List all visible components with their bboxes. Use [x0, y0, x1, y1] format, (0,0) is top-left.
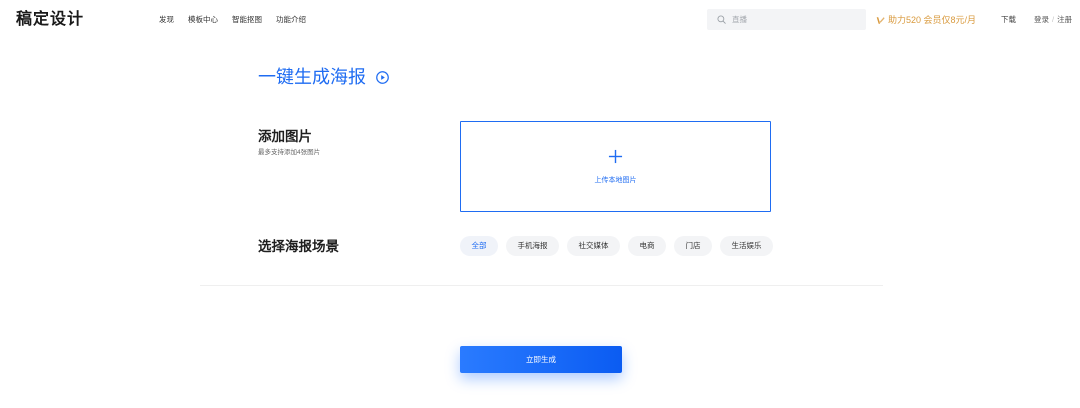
nav-item-smart-cutout[interactable]: 智能抠图 — [232, 15, 262, 25]
scene-chip-all[interactable]: 全部 — [460, 236, 498, 256]
page-title: 一键生成海报 — [258, 66, 389, 88]
scene-chip-ecommerce[interactable]: 电商 — [628, 236, 666, 256]
scene-chip-social-media[interactable]: 社交媒体 — [567, 236, 620, 256]
download-link[interactable]: 下载 — [1001, 15, 1016, 25]
auth-separator: / — [1052, 15, 1055, 24]
scene-chip-store[interactable]: 门店 — [674, 236, 712, 256]
page-title-text: 一键生成海报 — [258, 67, 366, 87]
nav-item-features[interactable]: 功能介绍 — [276, 15, 306, 25]
plus-icon — [608, 149, 622, 164]
scene-chip-mobile-poster[interactable]: 手机海报 — [506, 236, 559, 256]
vip-promo-link[interactable]: 助力520 会员仅8元/月 — [876, 14, 976, 26]
upload-label: 上传本地图片 — [594, 177, 637, 184]
upload-dropzone[interactable]: 上传本地图片 — [460, 121, 771, 212]
search-box[interactable] — [707, 9, 866, 30]
register-link[interactable]: 注册 — [1057, 15, 1072, 25]
logo[interactable]: 稿定设计 — [16, 10, 84, 30]
search-input[interactable] — [732, 9, 857, 30]
nav-item-template-center[interactable]: 模板中心 — [188, 15, 218, 25]
play-circle-icon[interactable] — [376, 70, 389, 84]
add-images-hint: 最多支持添加4张图片 — [258, 149, 321, 156]
add-images-heading: 添加图片 — [258, 129, 312, 144]
auth-links: 登录 / 注册 — [1034, 15, 1072, 25]
vip-icon — [876, 16, 885, 24]
main-nav: 发现 模板中心 智能抠图 功能介绍 — [159, 15, 306, 25]
search-icon[interactable] — [717, 15, 726, 24]
vip-promo-text: 助力520 会员仅8元/月 — [888, 15, 977, 25]
scene-chip-lifestyle[interactable]: 生活娱乐 — [720, 236, 773, 256]
scene-options: 全部 手机海报 社交媒体 电商 门店 生活娱乐 — [460, 236, 773, 256]
nav-item-discover[interactable]: 发现 — [159, 15, 174, 25]
section-divider — [200, 285, 883, 286]
login-link[interactable]: 登录 — [1034, 15, 1049, 25]
scene-heading: 选择海报场景 — [258, 239, 339, 254]
generate-button[interactable]: 立即生成 — [460, 346, 622, 373]
